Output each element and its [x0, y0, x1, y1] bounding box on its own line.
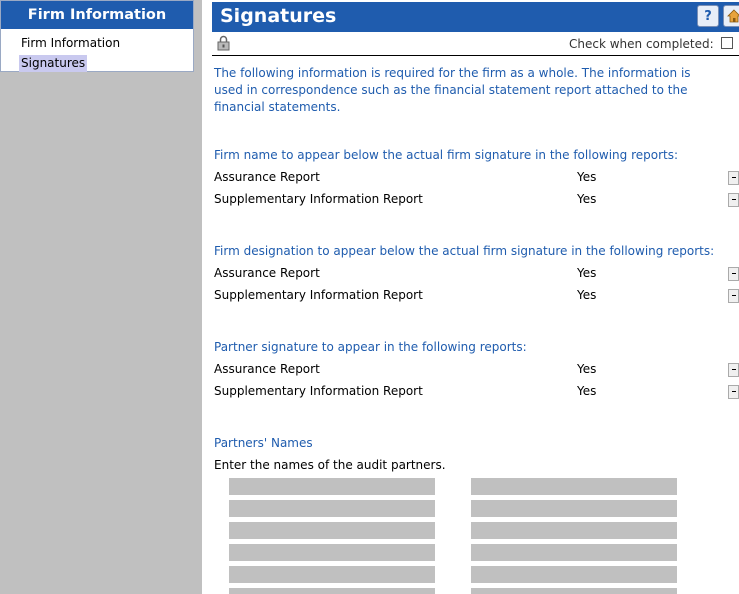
section-heading-firm-designation: Firm designation to appear below the act… [214, 244, 715, 258]
partner-name-field[interactable] [229, 588, 435, 594]
partner-name-field[interactable] [229, 522, 435, 539]
dropdown-button[interactable] [728, 385, 739, 399]
dropdown-button[interactable] [728, 171, 739, 185]
dropdown-button[interactable] [728, 193, 739, 207]
row-value: Yes [577, 384, 597, 398]
help-icon[interactable]: ? [697, 5, 719, 27]
title-bar: Signatures ? [212, 2, 739, 32]
partner-name-field[interactable] [229, 566, 435, 583]
partner-name-field[interactable] [229, 500, 435, 517]
row-label: Supplementary Information Report [214, 288, 423, 302]
row-value: Yes [577, 170, 597, 184]
row-label: Supplementary Information Report [214, 384, 423, 398]
section-heading-partner-signature: Partner signature to appear in the follo… [214, 340, 527, 354]
nav-header: Firm Information [1, 1, 193, 29]
completion-label: Check when completed: [569, 37, 714, 51]
partners-instruction: Enter the names of the audit partners. [214, 458, 446, 472]
partner-name-field[interactable] [471, 500, 677, 517]
lock-icon[interactable] [216, 35, 231, 51]
completion-checkbox[interactable] [721, 37, 733, 49]
home-icon[interactable] [723, 5, 739, 27]
intro-text: The following information is required fo… [214, 66, 691, 114]
partner-name-field[interactable] [229, 544, 435, 561]
main-panel: Signatures ? Check when completed: The f… [202, 0, 739, 594]
row-value: Yes [577, 288, 597, 302]
dropdown-button[interactable] [728, 267, 739, 281]
partner-name-field[interactable] [229, 478, 435, 495]
dropdown-button[interactable] [728, 289, 739, 303]
row-value: Yes [577, 266, 597, 280]
dropdown-button[interactable] [728, 363, 739, 377]
partner-name-field[interactable] [471, 478, 677, 495]
nav-item-signatures[interactable]: Signatures [19, 55, 88, 72]
partner-name-field[interactable] [471, 522, 677, 539]
navigation-panel: Firm Information Firm Information Signat… [0, 0, 194, 72]
row-label: Supplementary Information Report [214, 192, 423, 206]
partner-name-field[interactable] [471, 544, 677, 561]
page-title: Signatures [220, 5, 337, 27]
row-label: Assurance Report [214, 266, 320, 280]
row-value: Yes [577, 362, 597, 376]
partners-heading: Partners' Names [214, 436, 313, 450]
partner-name-field[interactable] [471, 566, 677, 583]
row-label: Assurance Report [214, 170, 320, 184]
nav-item-firm-information[interactable]: Firm Information [19, 35, 122, 52]
partner-name-field[interactable] [471, 588, 677, 594]
section-heading-firm-name: Firm name to appear below the actual fir… [214, 148, 679, 162]
row-value: Yes [577, 192, 597, 206]
toolbar-row: Check when completed: [212, 32, 739, 56]
row-label: Assurance Report [214, 362, 320, 376]
